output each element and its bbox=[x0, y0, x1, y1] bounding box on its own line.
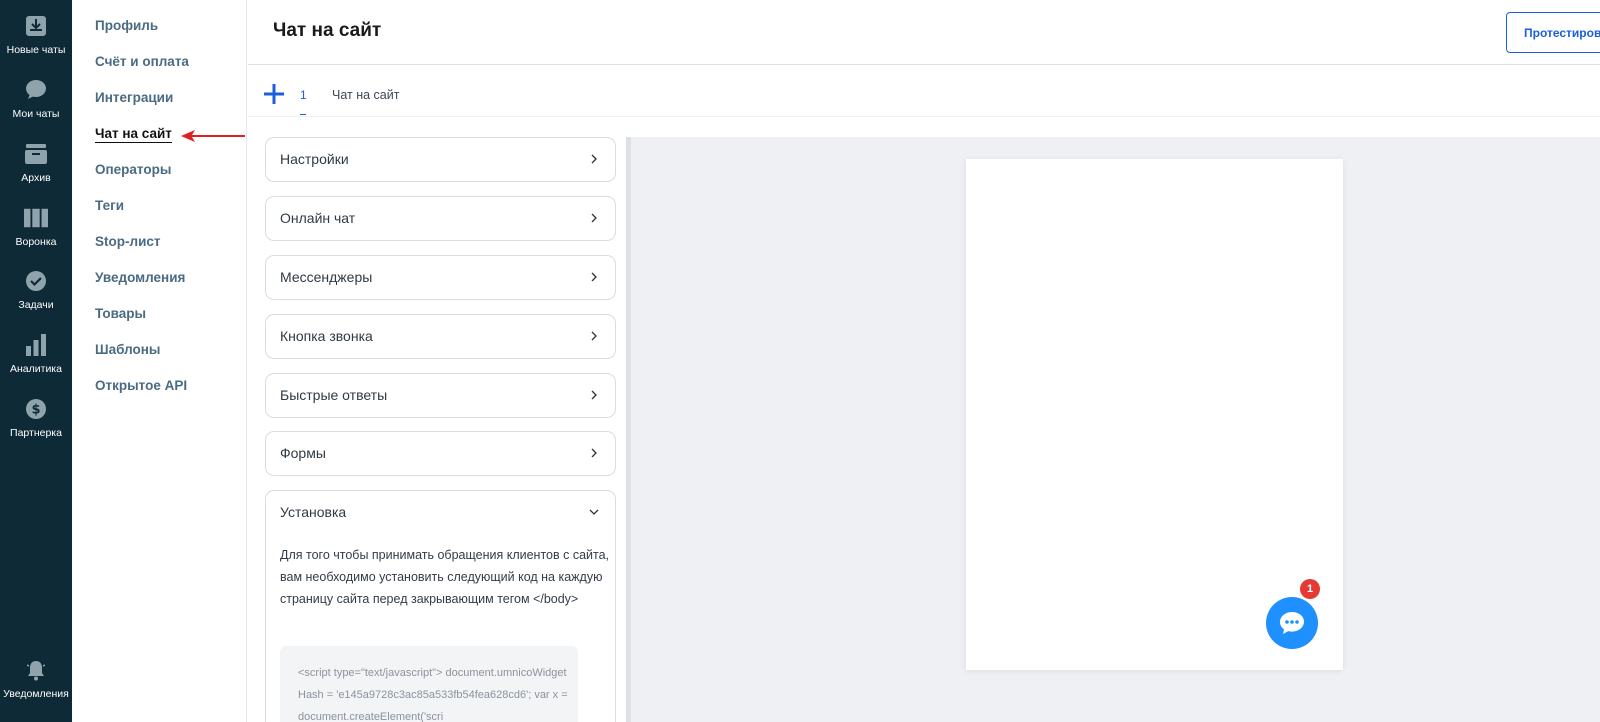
panel-label: Установка bbox=[280, 504, 347, 520]
rail-label: Партнерка bbox=[10, 427, 62, 439]
submenu-item-profile[interactable]: Профиль bbox=[95, 18, 158, 33]
submenu-item-integrations[interactable]: Интеграции bbox=[95, 90, 173, 105]
panel-online-chat[interactable]: Онлайн чат bbox=[265, 196, 616, 241]
panel-label: Настройки bbox=[280, 151, 349, 167]
bar-chart-icon bbox=[24, 333, 48, 357]
chevron-right-icon bbox=[591, 331, 597, 341]
chevron-right-icon bbox=[591, 390, 597, 400]
rail-label: Новые чаты bbox=[6, 44, 66, 56]
panel-settings[interactable]: Настройки bbox=[265, 137, 616, 182]
tab-widget-number[interactable]: 1 bbox=[300, 88, 307, 102]
submenu-item-products[interactable]: Товары bbox=[95, 306, 146, 321]
site-preview-frame bbox=[966, 159, 1343, 670]
rail-label: Архив bbox=[21, 172, 51, 184]
panel-label: Быстрые ответы bbox=[280, 387, 388, 403]
rail-item-funnel[interactable]: Воронка bbox=[0, 206, 72, 248]
install-instructions: Для того чтобы принимать обращения клиен… bbox=[280, 548, 610, 606]
panel-label: Формы bbox=[280, 445, 326, 461]
chevron-right-icon bbox=[591, 272, 597, 282]
submenu-item-operators[interactable]: Операторы bbox=[95, 162, 171, 177]
chevron-right-icon bbox=[591, 213, 597, 223]
panel-label: Кнопка звонка bbox=[280, 328, 373, 344]
bell-icon bbox=[24, 658, 48, 682]
test-widget-button[interactable]: Протестировать bbox=[1506, 12, 1600, 53]
kanban-columns-icon bbox=[24, 206, 48, 230]
red-arrow-annotation-icon bbox=[181, 130, 245, 142]
submenu-item-notifications[interactable]: Уведомления bbox=[95, 270, 185, 285]
page-title: Чат на сайт bbox=[273, 20, 382, 41]
rail-item-tasks[interactable]: Задачи bbox=[0, 269, 72, 311]
rail-item-archive[interactable]: Архив bbox=[0, 142, 72, 184]
rail-label: Аналитика bbox=[10, 363, 62, 375]
panel-installation: Установка Для того чтобы принимать обращ… bbox=[265, 490, 616, 722]
chat-dots-icon bbox=[1280, 612, 1304, 634]
unread-count-badge: 1 bbox=[1300, 579, 1320, 599]
panel-label: Онлайн чат bbox=[280, 210, 356, 226]
active-tab-indicator bbox=[300, 114, 306, 115]
svg-text:$: $ bbox=[31, 403, 40, 418]
widget-tabs: 1 Чат на сайт bbox=[248, 66, 1600, 117]
main-nav-rail: Новые чаты Мои чаты Архив Воронка Задачи… bbox=[0, 0, 72, 722]
panel-installation-header[interactable]: Установка bbox=[266, 491, 615, 536]
rail-item-notifications[interactable]: Уведомления bbox=[0, 658, 72, 700]
rail-item-analytics[interactable]: Аналитика bbox=[0, 333, 72, 375]
widget-preview-area: 1 bbox=[626, 137, 1600, 722]
page-header: Чат на сайт Протестировать bbox=[248, 0, 1600, 65]
archive-box-icon bbox=[24, 142, 48, 166]
rail-item-my-chats[interactable]: Мои чаты bbox=[0, 78, 72, 120]
chat-widget-button[interactable] bbox=[1266, 597, 1318, 649]
submenu-item-billing[interactable]: Счёт и оплата bbox=[95, 54, 189, 69]
rail-label: Мои чаты bbox=[12, 108, 60, 120]
dollar-circle-icon: $ bbox=[24, 397, 48, 421]
submenu-item-stop-list[interactable]: Stop-лист bbox=[95, 234, 160, 249]
submenu-item-templates[interactable]: Шаблоны bbox=[95, 342, 160, 357]
panel-messengers[interactable]: Мессенджеры bbox=[265, 255, 616, 300]
install-code-snippet[interactable]: <script type="text/javascript"> document… bbox=[280, 646, 578, 722]
chat-bubble-icon bbox=[24, 78, 48, 102]
submenu-item-open-api[interactable]: Открытое API bbox=[95, 378, 187, 393]
panel-forms[interactable]: Формы bbox=[265, 431, 616, 476]
chevron-right-icon bbox=[591, 448, 597, 458]
panel-label: Мессенджеры bbox=[280, 269, 373, 285]
panel-quick-replies[interactable]: Быстрые ответы bbox=[265, 373, 616, 418]
rail-item-partner[interactable]: $ Партнерка bbox=[0, 397, 72, 439]
submenu-item-site-chat[interactable]: Чат на сайт bbox=[95, 126, 172, 143]
panel-call-button[interactable]: Кнопка звонка bbox=[265, 314, 616, 359]
chevron-down-icon bbox=[589, 509, 599, 515]
check-circle-icon bbox=[24, 269, 48, 293]
rail-item-new-chats[interactable]: Новые чаты bbox=[0, 14, 72, 56]
chevron-right-icon bbox=[591, 154, 597, 164]
rail-label: Уведомления bbox=[3, 688, 69, 700]
rail-label: Задачи bbox=[18, 299, 54, 311]
rail-label: Воронка bbox=[15, 236, 57, 248]
plus-icon[interactable] bbox=[263, 83, 285, 105]
settings-submenu: Профиль Счёт и оплата Интеграции Чат на … bbox=[72, 0, 247, 722]
tab-widget-name[interactable]: Чат на сайт bbox=[332, 88, 399, 102]
inbox-download-icon bbox=[24, 14, 48, 38]
submenu-item-tags[interactable]: Теги bbox=[95, 198, 124, 213]
